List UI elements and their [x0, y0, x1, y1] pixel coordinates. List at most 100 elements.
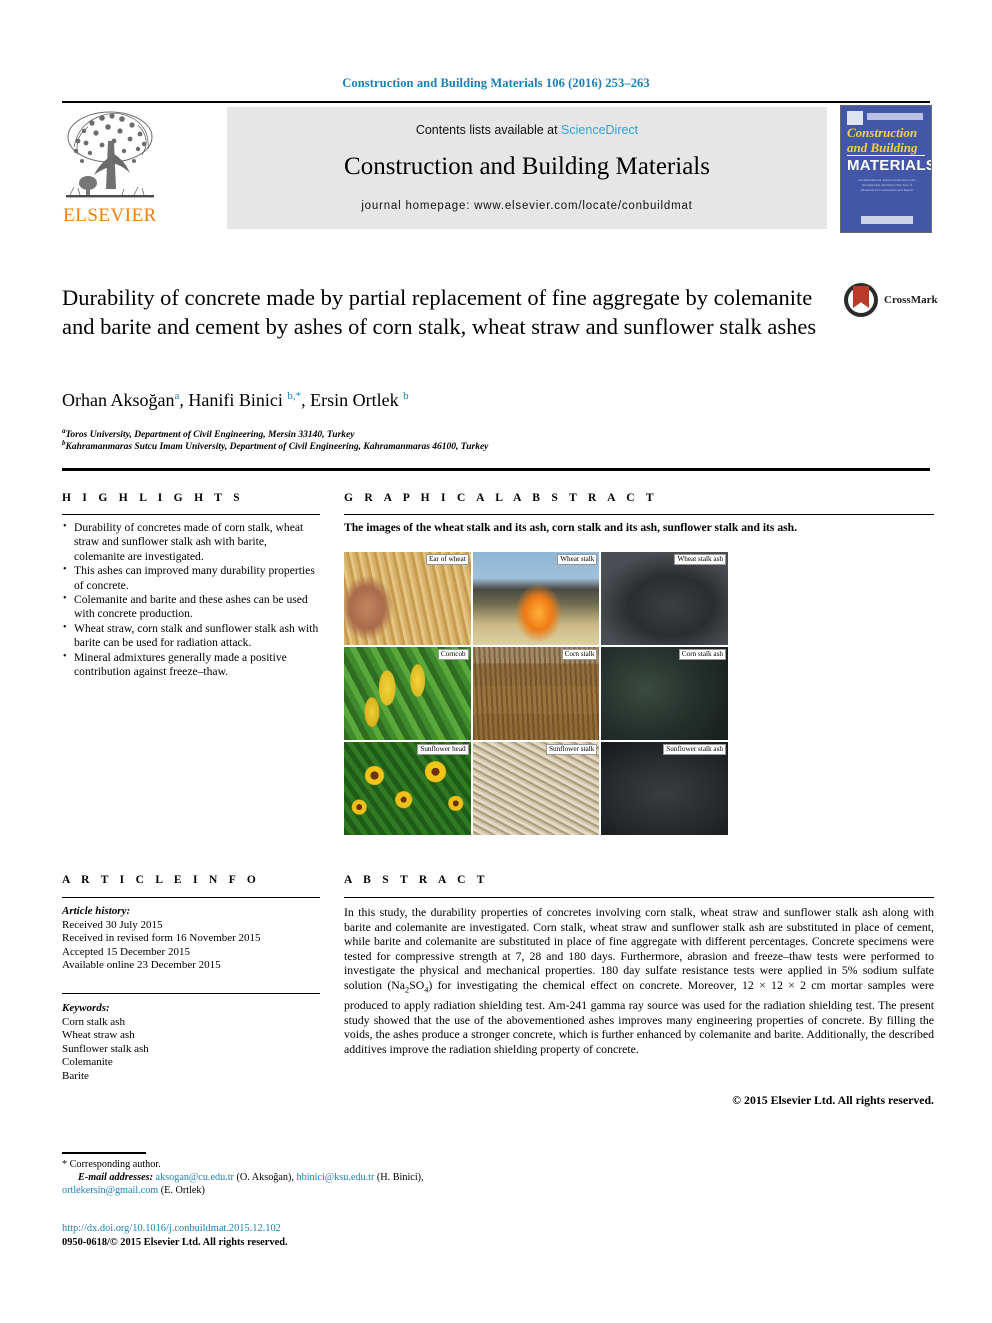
history-item: Available online 23 December 2015 [62, 959, 221, 972]
cover-title-line1: Construction [847, 125, 918, 140]
contents-line: Contents lists available at ScienceDirec… [227, 123, 827, 137]
journal-cover-thumbnail: Construction and Building MATERIALS An I… [840, 105, 932, 233]
ga-image-cell: Sunflower head [344, 742, 471, 835]
list-item: Wheat straw, corn stalk and sunflower st… [62, 621, 320, 651]
journal-homepage[interactable]: journal homepage: www.elsevier.com/locat… [227, 200, 827, 212]
elsevier-tree-icon [66, 111, 154, 198]
corn-stalk-image [472, 647, 600, 740]
history-item: Received in revised form 16 November 201… [62, 932, 261, 945]
email-label: E-mail addresses: [78, 1172, 153, 1183]
affiliation-b: bKahramanmaras Sutcu Imam University, De… [62, 437, 862, 453]
graphical-abstract-caption: The images of the wheat stalk and its as… [344, 521, 797, 534]
ga-image-label: Sunflower stalk [546, 744, 598, 755]
ga-image-label: Wheat stalk [557, 554, 598, 565]
email-link-2[interactable]: hbinici@ksu.edu.tr [297, 1172, 375, 1183]
cover-footer-bar [861, 216, 913, 224]
ga-image-label: Corncob [437, 649, 469, 660]
wheat-stalk-image [472, 552, 600, 645]
article-history: Article history: Received 30 July 2015 R… [62, 905, 320, 973]
sunflower-head-image [344, 742, 471, 835]
ga-image-cell: Corn stalk ash [601, 647, 728, 740]
email-person-2: (H. Binici) [376, 1172, 422, 1183]
journal-title: Construction and Building Materials [344, 153, 710, 180]
cover-top-bar [867, 113, 923, 120]
highlights-list: Durability of concretes made of corn sta… [62, 520, 320, 680]
email-addresses-line: E-mail addresses: aksogan@cu.edu.tr (O. … [78, 1172, 424, 1183]
crossmark-label: CrossMark [884, 294, 938, 306]
issn-copyright-line: 0950-0618/© 2015 Elsevier Ltd. All right… [62, 1236, 288, 1248]
affiliation-text-b: Kahramanmaras Sutcu Imam University, Dep… [65, 442, 489, 453]
doi-block: http://dx.doi.org/10.1016/j.conbuildmat.… [62, 1222, 662, 1249]
ga-image-label: Sunflower stalk ash [663, 744, 726, 755]
graphical-abstract-rule [344, 514, 934, 515]
ear-of-wheat-image [344, 552, 471, 645]
wheat-stalk-ash-image [601, 552, 728, 645]
email-link-3[interactable]: ortlekersin@gmail.com [62, 1185, 158, 1196]
abstract-rule [344, 897, 934, 898]
sciencedirect-link[interactable]: ScienceDirect [561, 123, 638, 137]
cover-badge-icon [847, 111, 863, 125]
keyword-item: Barite [62, 1069, 89, 1082]
copyright-line: © 2015 Elsevier Ltd. All rights reserved… [732, 1093, 934, 1107]
footnote-rule [62, 1152, 146, 1154]
doi-link[interactable]: http://dx.doi.org/10.1016/j.conbuildmat.… [62, 1222, 662, 1236]
corn-stalk-ash-image [601, 647, 728, 740]
corncob-image [344, 647, 471, 740]
ga-image-cell: Wheat stalk [472, 552, 600, 645]
history-item: Received 30 July 2015 [62, 918, 163, 931]
history-item: Accepted 15 December 2015 [62, 945, 190, 958]
article-history-label: Article history: [62, 905, 131, 917]
graphical-abstract-image-grid: Ear of wheat Wheat stalk Wheat stalk ash… [344, 552, 728, 835]
header-separator-rule [62, 468, 930, 471]
ga-image-cell: Corn stalk [472, 647, 600, 740]
contents-prefix: Contents lists available at [415, 123, 562, 137]
footnote-block: * Corresponding author. E-mail addresses… [62, 1158, 662, 1197]
elsevier-logo: ELSEVIER [62, 107, 158, 231]
list-item: Durability of concretes made of corn sta… [62, 520, 320, 564]
keywords-rule [62, 993, 320, 994]
masthead-top-rule [62, 101, 930, 103]
ga-image-label: Wheat stalk ash [674, 554, 726, 565]
ga-image-label: Corn stalk ash [678, 649, 726, 660]
keyword-item: Corn stalk ash [62, 1015, 125, 1028]
abstract-text: In this study, the durability properties… [344, 905, 934, 1056]
email-addresses-line-2: ortlekersin@gmail.com (E. Ortlek) [62, 1184, 662, 1197]
keyword-item: Sunflower stalk ash [62, 1042, 149, 1055]
graphical-abstract-heading: G R A P H I C A L A B S T R A C T [344, 492, 658, 504]
list-item: Mineral admixtures generally made a posi… [62, 650, 320, 680]
keywords-label: Keywords: [62, 1002, 110, 1014]
ga-image-label: Corn stalk [561, 649, 598, 660]
ga-image-label: Sunflower head [417, 744, 469, 755]
highlights-items: Durability of concretes made of corn sta… [62, 520, 320, 680]
journal-banner: Contents lists available at ScienceDirec… [227, 107, 827, 229]
page-title: Durability of concrete made by partial r… [62, 285, 817, 339]
author-list: Orhan Aksoğana, Hanifi Binici b,*, Ersin… [62, 390, 409, 410]
ga-image-label: Ear of wheat [425, 554, 469, 565]
abstract-heading: A B S T R A C T [344, 874, 489, 886]
cover-divider [847, 155, 925, 156]
highlights-rule [62, 514, 320, 515]
journal-masthead: ELSEVIER Contents lists available at Sci… [62, 101, 932, 235]
ga-image-cell: Ear of wheat [344, 552, 471, 645]
keywords-block: Keywords: Corn stalk ash Wheat straw ash… [62, 1002, 320, 1084]
ga-image-cell: Sunflower stalk [472, 742, 600, 835]
list-item: Colemanite and barite and these ashes ca… [62, 592, 320, 622]
corresponding-author-note: * Corresponding author. [62, 1159, 161, 1170]
email-link-1[interactable]: aksogan@cu.edu.tr [156, 1172, 234, 1183]
email-person-3: (E. Ortlek) [160, 1185, 205, 1196]
crossmark-badge[interactable]: CrossMark [844, 283, 938, 319]
ga-image-cell: Wheat stalk ash [601, 552, 728, 645]
keyword-item: Wheat straw ash [62, 1029, 135, 1042]
cover-title-line3: MATERIALS [847, 157, 932, 174]
article-first-page: Construction and Building Materials 106 … [0, 0, 992, 1323]
list-item: This ashes can improved many durability … [62, 563, 320, 593]
email-person-1: (O. Aksoğan) [236, 1172, 292, 1183]
cover-blurb: An International Journal dedicated to th… [858, 178, 916, 192]
highlights-heading: H I G H L I G H T S [62, 492, 244, 504]
ga-image-cell: Sunflower stalk ash [601, 742, 728, 835]
article-info-rule [62, 897, 320, 898]
elsevier-wordmark: ELSEVIER [63, 205, 157, 226]
ga-image-cell: Corncob [344, 647, 471, 740]
running-head: Construction and Building Materials 106 … [342, 76, 650, 90]
article-info-heading: A R T I C L E I N F O [62, 874, 261, 886]
